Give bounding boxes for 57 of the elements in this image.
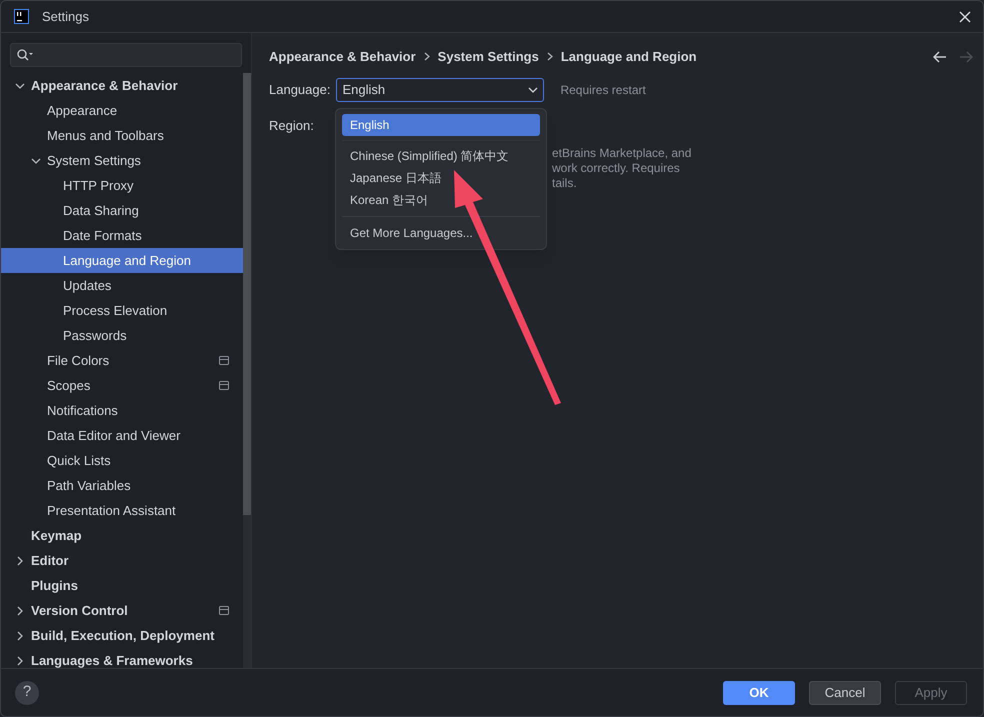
region-hint-text: work correctly. Requires xyxy=(552,161,681,176)
tree-item[interactable]: Process Elevation xyxy=(1,298,243,323)
scrollbar-thumb[interactable] xyxy=(243,73,251,515)
tree-item[interactable]: Date Formats xyxy=(1,223,243,248)
chevron-right-icon xyxy=(546,52,553,61)
tree-item[interactable]: Scopes xyxy=(1,373,243,398)
tree-item[interactable]: Data Editor and Viewer xyxy=(1,423,243,448)
tree-item[interactable]: Keymap xyxy=(1,523,243,548)
region-hint-text: etBrains Marketplace, and xyxy=(552,146,692,161)
tree-item[interactable]: System Settings xyxy=(1,148,243,173)
search-field[interactable] xyxy=(10,43,242,67)
tree-item[interactable]: Editor xyxy=(1,548,243,573)
tree-item[interactable]: Quick Lists xyxy=(1,448,243,473)
language-option[interactable]: Japanese 日本語 xyxy=(342,167,540,189)
language-option[interactable]: Korean 한국어 xyxy=(342,189,540,211)
chevron-down-icon[interactable] xyxy=(31,156,41,166)
tree-item[interactable]: Plugins xyxy=(1,573,243,598)
window-title: Settings xyxy=(42,8,89,26)
tree-item[interactable]: Data Sharing xyxy=(1,198,243,223)
tree-item[interactable]: Appearance xyxy=(1,98,243,123)
help-button[interactable]: ? xyxy=(15,680,39,704)
breadcrumb[interactable]: System Settings xyxy=(438,46,539,66)
language-option[interactable]: English xyxy=(342,114,540,136)
tree-item[interactable]: Build, Execution, Deployment xyxy=(1,623,243,648)
tree-item[interactable]: Appearance & Behavior xyxy=(1,73,243,98)
chevron-down-icon xyxy=(528,87,538,93)
chevron-right-icon[interactable] xyxy=(15,606,25,616)
tree-item[interactable]: Path Variables xyxy=(1,473,243,498)
dialog-button[interactable]: Cancel xyxy=(809,680,881,704)
language-option[interactable]: Chinese (Simplified) 简体中文 xyxy=(342,145,540,167)
tree-item[interactable]: Notifications xyxy=(1,398,243,423)
tree-item[interactable]: Version Control xyxy=(1,598,243,623)
breadcrumb[interactable]: Appearance & Behavior xyxy=(269,46,416,66)
tree-item[interactable]: Language and Region xyxy=(1,248,243,273)
get-more-languages-option[interactable]: Get More Languages... xyxy=(342,222,540,244)
language-dropdown[interactable]: English xyxy=(336,78,544,102)
tree-item[interactable]: Presentation Assistant xyxy=(1,498,243,523)
region-hint-text: tails. xyxy=(552,176,578,191)
chevron-right-icon xyxy=(424,52,430,61)
chevron-right-icon[interactable] xyxy=(15,656,25,666)
chevron-right-icon[interactable] xyxy=(15,556,25,566)
chevron-right-icon[interactable] xyxy=(15,630,25,640)
search-icon xyxy=(17,49,33,61)
restart-note: Requires restart xyxy=(560,82,646,99)
close-icon[interactable] xyxy=(959,10,971,22)
tree-item[interactable]: Languages & Frameworks xyxy=(1,648,243,668)
chevron-down-icon[interactable] xyxy=(15,80,25,90)
tree-item[interactable]: Menus and Toolbars xyxy=(1,123,243,148)
tree-item[interactable]: File Colors xyxy=(1,348,243,373)
breadcrumb[interactable]: Language and Region xyxy=(560,46,697,66)
tree-item[interactable]: Updates xyxy=(1,273,243,298)
app-logo-icon xyxy=(14,9,29,24)
back-arrow-icon[interactable] xyxy=(933,50,947,62)
tree-item[interactable]: HTTP Proxy xyxy=(1,173,243,198)
language-label: Language: xyxy=(269,81,330,100)
region-label: Region: xyxy=(269,117,314,135)
tree-item[interactable]: Passwords xyxy=(1,323,243,348)
